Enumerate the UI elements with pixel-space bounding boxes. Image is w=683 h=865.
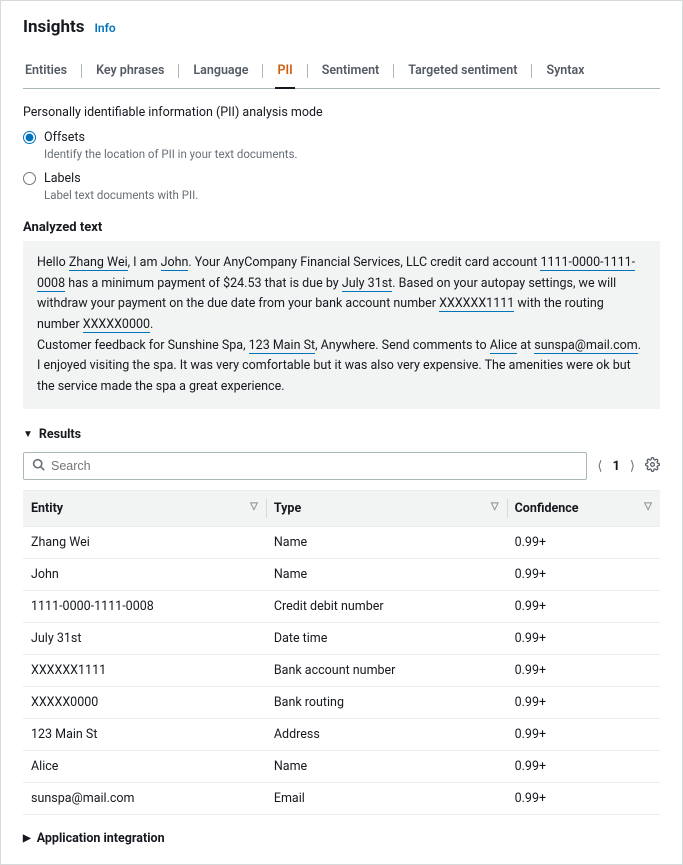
cell-entity: Alice (23, 751, 266, 783)
cell-entity: XXXXX0000 (23, 687, 266, 719)
pagination: ⟨ 1 ⟩ (597, 459, 635, 474)
cell-confidence: 0.99+ (507, 687, 660, 719)
radio-offsets[interactable]: Offsets Identify the location of PII in y… (23, 130, 660, 161)
radio-label: Offsets (44, 130, 298, 145)
pii-entity: sunspa@mail.com (534, 338, 638, 354)
caret-right-icon: ▶ (23, 833, 31, 844)
radio-input-labels[interactable] (23, 172, 36, 185)
cell-confidence: 0.99+ (507, 655, 660, 687)
table-row: Zhang WeiName0.99+ (23, 527, 660, 559)
cell-type: Date time (266, 623, 507, 655)
results-table: Entity▽Type▽Confidence▽ Zhang WeiName0.9… (23, 490, 660, 815)
cell-type: Name (266, 559, 507, 591)
radio-labels[interactable]: Labels Label text documents with PII. (23, 171, 660, 202)
cell-entity: 1111-0000-1111-0008 (23, 591, 266, 623)
sort-icon: ▽ (491, 501, 499, 512)
cell-entity: XXXXXX1111 (23, 655, 266, 687)
cell-entity: Zhang Wei (23, 527, 266, 559)
table-row: 123 Main StAddress0.99+ (23, 719, 660, 751)
prev-page-button[interactable]: ⟨ (597, 459, 602, 474)
analyzed-text: Hello Zhang Wei, I am John. Your AnyComp… (23, 241, 660, 409)
cell-entity: John (23, 559, 266, 591)
tab-sentiment[interactable]: Sentiment (320, 53, 382, 88)
cell-entity: sunspa@mail.com (23, 783, 266, 815)
app-integration-label: Application integration (37, 831, 165, 846)
app-integration-toggle[interactable]: ▶ Application integration (23, 831, 660, 846)
page-title: Insights (23, 17, 84, 37)
table-row: XXXXX0000Bank routing0.99+ (23, 687, 660, 719)
table-row: 1111-0000-1111-0008Credit debit number0.… (23, 591, 660, 623)
sort-icon: ▽ (644, 501, 652, 512)
settings-button[interactable] (645, 457, 660, 476)
column-type[interactable]: Type▽ (266, 491, 507, 527)
pii-entity: XXXXX0000 (83, 317, 150, 333)
current-page: 1 (612, 459, 619, 474)
tab-key-phrases[interactable]: Key phrases (94, 53, 166, 88)
column-entity[interactable]: Entity▽ (23, 491, 266, 527)
cell-type: Bank routing (266, 687, 507, 719)
pii-entity: July 31st (342, 276, 392, 292)
pii-entity: John (161, 255, 189, 271)
pii-entity: XXXXXX1111 (439, 296, 514, 312)
cell-entity: July 31st (23, 623, 266, 655)
tab-entities[interactable]: Entities (23, 53, 69, 88)
column-confidence[interactable]: Confidence▽ (507, 491, 660, 527)
radio-desc: Label text documents with PII. (44, 188, 198, 202)
table-row: sunspa@mail.comEmail0.99+ (23, 783, 660, 815)
pii-entity: 123 Main St (249, 338, 315, 354)
cell-type: Bank account number (266, 655, 507, 687)
cell-confidence: 0.99+ (507, 783, 660, 815)
tab-targeted-sentiment[interactable]: Targeted sentiment (406, 53, 519, 88)
cell-type: Name (266, 527, 507, 559)
cell-type: Credit debit number (266, 591, 507, 623)
table-row: July 31stDate time0.99+ (23, 623, 660, 655)
sort-icon: ▽ (250, 501, 258, 512)
tabs: Entities Key phrases Language PII Sentiment T… (23, 53, 660, 89)
cell-confidence: 0.99+ (507, 559, 660, 591)
cell-type: Address (266, 719, 507, 751)
results-heading: Results (39, 427, 81, 442)
cell-confidence: 0.99+ (507, 591, 660, 623)
search-box[interactable] (23, 452, 587, 480)
table-row: AliceName0.99+ (23, 751, 660, 783)
cell-confidence: 0.99+ (507, 527, 660, 559)
caret-down-icon: ▼ (23, 429, 33, 440)
cell-confidence: 0.99+ (507, 719, 660, 751)
cell-type: Name (266, 751, 507, 783)
radio-input-offsets[interactable] (23, 131, 36, 144)
cell-confidence: 0.99+ (507, 623, 660, 655)
table-row: XXXXXX1111Bank account number0.99+ (23, 655, 660, 687)
pii-entity: Zhang Wei (69, 255, 128, 271)
pii-entity: Alice (490, 338, 517, 354)
search-input[interactable] (51, 459, 578, 473)
analyzed-heading: Analyzed text (23, 220, 660, 235)
search-icon (32, 458, 45, 474)
tab-pii[interactable]: PII (275, 53, 294, 88)
mode-label: Personally identifiable information (PII… (23, 105, 660, 120)
tab-syntax[interactable]: Syntax (544, 53, 586, 88)
table-row: JohnName0.99+ (23, 559, 660, 591)
cell-confidence: 0.99+ (507, 751, 660, 783)
radio-desc: Identify the location of PII in your tex… (44, 147, 298, 161)
results-toggle[interactable]: ▼ Results (23, 427, 660, 442)
info-link[interactable]: Info (94, 21, 115, 35)
next-page-button[interactable]: ⟩ (630, 459, 635, 474)
cell-type: Email (266, 783, 507, 815)
radio-label: Labels (44, 171, 198, 186)
tab-language[interactable]: Language (191, 53, 250, 88)
cell-entity: 123 Main St (23, 719, 266, 751)
